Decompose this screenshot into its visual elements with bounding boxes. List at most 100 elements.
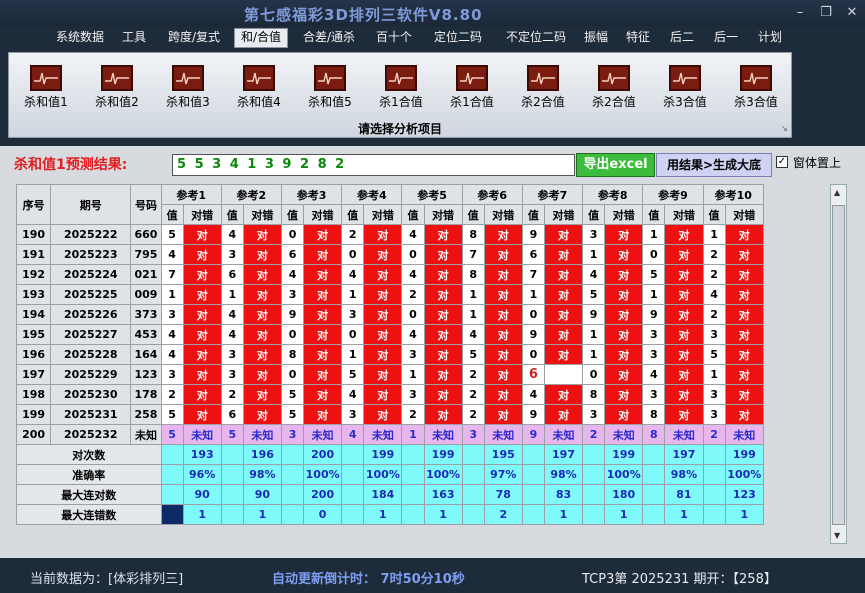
judge-cell: 对: [664, 324, 704, 345]
toolbar-button-4[interactable]: 杀和值5: [297, 65, 363, 110]
stats-spacer: [160, 504, 184, 525]
table-row[interactable]: 190 2025222 660 5 对 4 对 0 对 2 对 4 对 8 对 9 对 3 对 1 对 1 对: [15, 224, 765, 245]
seq-cell: 200: [15, 424, 52, 445]
judge-cell: 对: [604, 344, 644, 365]
seq-cell: 196: [15, 344, 52, 365]
judge-cell: 对: [423, 264, 463, 285]
toolbar-button-1[interactable]: 杀和值2: [84, 65, 150, 110]
judge-cell: 对: [303, 324, 343, 345]
value-cell: 2: [702, 264, 726, 285]
val-subheader: 值: [461, 204, 485, 225]
table-row[interactable]: 199 2025231 258 5 对 6 对 5 对 3 对 2 对 2 对 9 对 3 对 8 对 3 对: [15, 404, 765, 425]
stats-row: 准确率 96% 98% 100% 100% 100% 97% 98% 100% 98% 100%: [16, 464, 765, 485]
menu-item-9[interactable]: 特征: [620, 29, 656, 47]
toolbar-button-2[interactable]: 杀和值3: [155, 65, 221, 110]
toolbar-button-9[interactable]: 杀3合值: [652, 65, 718, 110]
table-row[interactable]: 198 2025230 178 2 对 2 对 5 对 4 对 3 对 2 对 4 对 8 对 3 对 3 对: [15, 384, 765, 405]
table-row[interactable]: 193 2025225 009 1 对 1 对 3 对 1 对 2 对 1 对 1 对 5 对 1 对 4 对: [15, 284, 765, 305]
toolbar-button-10[interactable]: 杀3合值: [723, 65, 789, 110]
judge-cell: 对: [363, 364, 403, 385]
table-row[interactable]: 191 2025223 795 4 对 3 对 6 对 0 对 0 对 7 对 6 对 1 对 0 对 2 对: [15, 244, 765, 265]
prediction-result-field[interactable]: 5 5 3 4 1 3 9 2 8 2: [172, 154, 575, 176]
menu-item-0[interactable]: 系统数据: [47, 29, 113, 47]
table-row[interactable]: 194 2025226 373 3 对 4 对 9 对 3 对 0 对 1 对 0 对 9 对 9 对 2 对: [15, 304, 765, 325]
maximize-icon[interactable]: ❐: [819, 6, 833, 20]
stats-value: 199: [604, 444, 644, 465]
status-bar: 当前数据为：[体彩排列三] 自动更新倒计时： 7时50分10秒 TCP3第 20…: [0, 563, 865, 593]
toolbar-button-5[interactable]: 杀1合值: [368, 65, 434, 110]
value-cell: 8: [461, 224, 485, 245]
table-row[interactable]: 192 2025224 021 7 对 6 对 4 对 4 对 4 对 8 对 7 对 4 对 5 对 2 对: [15, 264, 765, 285]
stats-row: 最大连对数 90 90 200 184 163 78 83 180 81 123: [16, 484, 765, 505]
value-cell: 8: [280, 344, 305, 365]
stats-spacer: [401, 504, 425, 525]
stats-spacer: [582, 484, 606, 505]
judge-cell: 对: [182, 344, 222, 365]
menu-item-11[interactable]: 后一: [708, 29, 744, 47]
issue-info-label: TCP3第 2025231 期开：【258】: [582, 572, 777, 587]
toolbar-button-label: 杀和值5: [308, 95, 352, 109]
menu-item-8[interactable]: 振幅: [578, 29, 614, 47]
seq-cell: 190: [15, 224, 52, 245]
judge-cell: 对: [423, 344, 463, 365]
judge-cell: 对: [664, 384, 704, 405]
menu-item-2[interactable]: 跨度/复式: [160, 29, 228, 47]
prediction-value-cell: 2: [582, 424, 606, 445]
value-cell: 2: [461, 404, 485, 425]
menu-item-10[interactable]: 后二: [664, 29, 700, 47]
judge-cell: 对: [724, 264, 765, 285]
value-cell: 6: [521, 244, 545, 265]
code-cell: 258: [130, 404, 162, 425]
vertical-scrollbar[interactable]: ▲ ▼: [830, 184, 847, 544]
judge-cell: 对: [543, 304, 584, 325]
value-cell: 3: [160, 364, 184, 385]
menu-item-12[interactable]: 计划: [752, 29, 788, 47]
minimize-icon[interactable]: –: [793, 6, 807, 20]
toolbar-button-0[interactable]: 杀和值1: [13, 65, 79, 110]
judge-cell: 对: [664, 364, 704, 385]
on-top-label: 窗体置上: [793, 156, 842, 170]
on-top-checkbox[interactable]: ✓: [776, 156, 788, 168]
menu-item-7[interactable]: 不定位二码: [497, 29, 575, 47]
menu-item-5[interactable]: 百十个: [370, 29, 418, 47]
unknown-cell: 未知: [724, 424, 765, 445]
stats-spacer: [341, 444, 365, 465]
scroll-up-icon[interactable]: ▲: [834, 188, 840, 197]
scroll-thumb[interactable]: [832, 205, 845, 525]
unknown-cell: 未知: [242, 424, 282, 445]
table-row[interactable]: 195 2025227 453 4 对 4 对 0 对 0 对 4 对 4 对 9 对 1 对 3 对 3 对: [15, 324, 765, 345]
stats-spacer: [341, 484, 365, 505]
toolbar-button-6[interactable]: 杀1合值: [439, 65, 505, 110]
judge-cell: 对: [182, 244, 222, 265]
scroll-down-icon[interactable]: ▼: [834, 531, 840, 540]
table-row[interactable]: 197 2025229 123 3 对 3 对 0 对 5 对 1 对 2 对 6 0 对 4 对 1 对: [15, 364, 765, 385]
toolbar-button-3[interactable]: 杀和值4: [226, 65, 292, 110]
value-cell: 3: [642, 384, 666, 405]
value-cell: 0: [642, 244, 666, 265]
value-cell: 1: [582, 344, 606, 365]
value-cell: 2: [702, 244, 726, 265]
value-cell: 7: [461, 244, 485, 265]
menu-item-6[interactable]: 定位二码: [425, 29, 491, 47]
table-row[interactable]: 196 2025228 164 4 对 3 对 8 对 1 对 3 对 5 对 0 对 1 对 3 对 5 对: [15, 344, 765, 365]
stats-spacer: [521, 464, 545, 485]
value-cell: 9: [642, 304, 666, 325]
judge-subheader: 对错: [303, 204, 343, 225]
judge-cell: 对: [483, 304, 523, 325]
prediction-row[interactable]: 200 2025232 未知 5 未知 5 未知 3 未知 4 未知 1 未知 3 未知 9 未知 2 未知 8 未知 2…: [15, 424, 765, 445]
toolbar-button-8[interactable]: 杀2合值: [581, 65, 647, 110]
value-cell: 1: [702, 224, 726, 245]
menu-item-3[interactable]: 和/合值: [234, 28, 288, 48]
toolbar-button-7[interactable]: 杀2合值: [510, 65, 576, 110]
value-cell: 5: [160, 224, 184, 245]
export-excel-button[interactable]: 导出excel: [576, 153, 655, 177]
menu-item-4[interactable]: 合差/通杀: [296, 29, 362, 47]
generate-base-button[interactable]: 用结果>生成大底: [656, 153, 772, 177]
judge-cell: 对: [303, 404, 343, 425]
close-icon[interactable]: ✕: [845, 6, 859, 20]
val-subheader: 值: [401, 204, 425, 225]
judge-cell: 对: [182, 264, 222, 285]
expand-corner-icon[interactable]: ↘: [781, 124, 788, 133]
stats-value: 81: [664, 484, 704, 505]
menu-item-1[interactable]: 工具: [116, 29, 152, 47]
